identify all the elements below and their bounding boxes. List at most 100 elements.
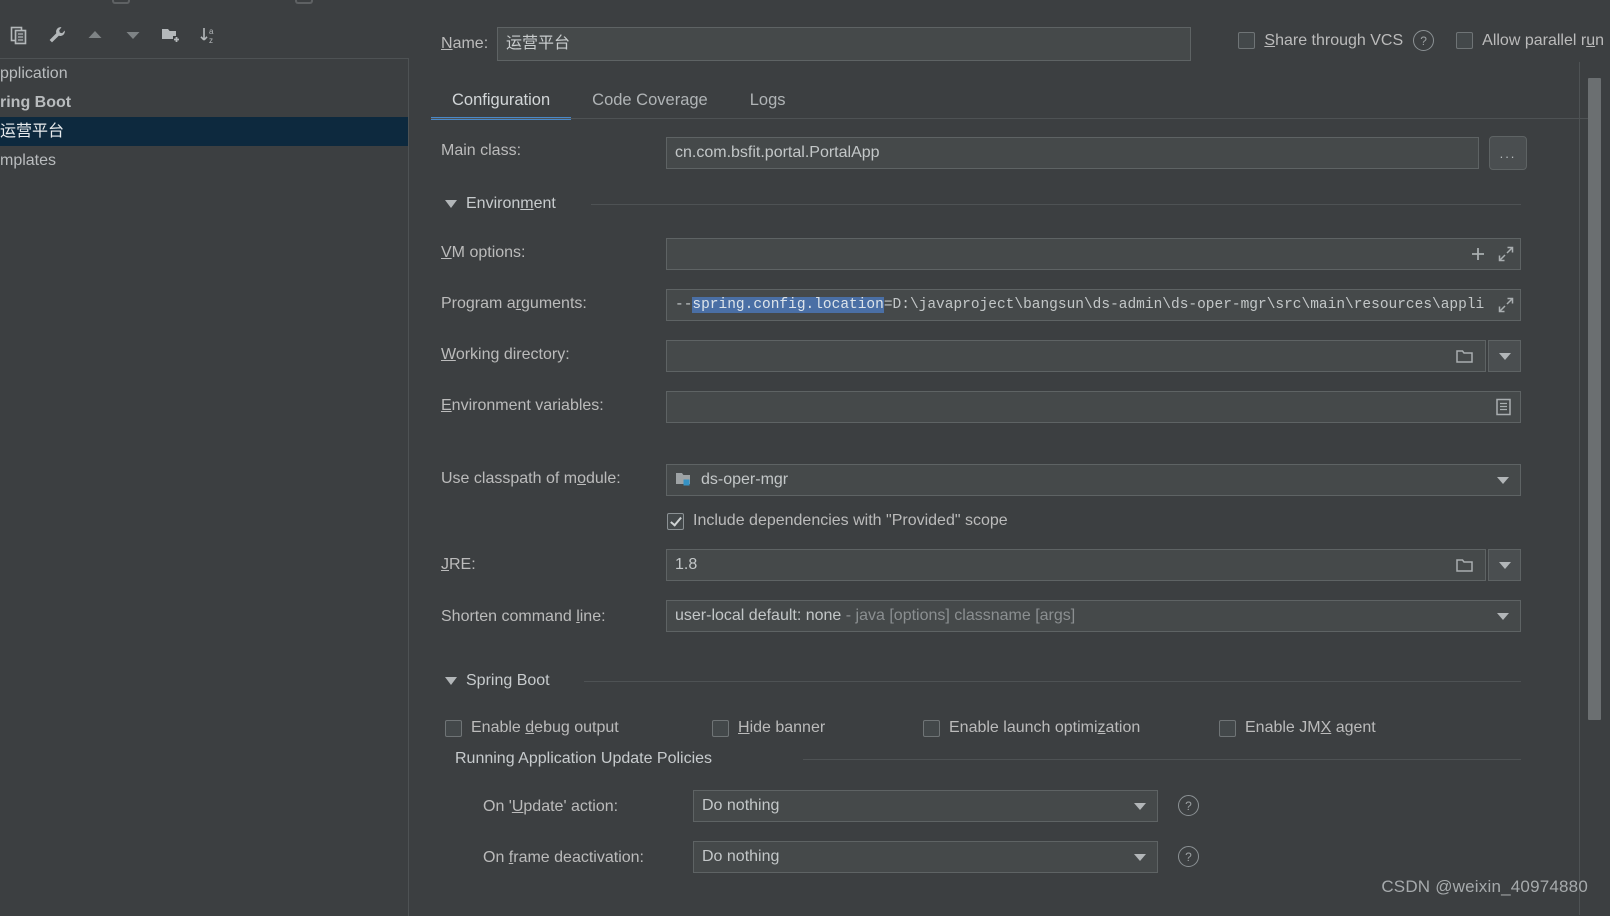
clipped-icon-2	[295, 0, 313, 4]
program-arguments-prefix: --	[675, 297, 693, 313]
on-update-action-dropdown-arrow[interactable]	[1123, 802, 1157, 810]
chevron-down-icon	[1134, 853, 1146, 861]
on-update-action-value: Do nothing	[702, 797, 780, 814]
vm-options-input[interactable]	[666, 238, 1521, 270]
enable-launch-optimization-row[interactable]: Enable launch optimization	[923, 719, 1140, 737]
include-provided-scope-label: Include dependencies with "Provided" sco…	[693, 512, 1008, 529]
environment-section-line	[591, 204, 1521, 205]
configurations-panel: a z pplication ring Boot 运营平台 mplates	[0, 0, 409, 916]
update-policies-title: Running Application Update Policies	[455, 750, 713, 767]
name-label: Name:	[441, 35, 489, 52]
hide-banner-checkbox[interactable]	[712, 719, 729, 737]
move-up-icon[interactable]	[78, 18, 112, 52]
program-arguments-suffix: =D:\javaproject\bangsun\ds-admin\ds-oper…	[883, 297, 1485, 313]
program-arguments-input[interactable]: --spring.config.location=D:\javaproject\…	[666, 289, 1521, 321]
enable-jmx-agent-row[interactable]: Enable JMX agent	[1219, 719, 1376, 737]
environment-variables-list-icon[interactable]	[1489, 393, 1517, 421]
editor-scrollbar-thumb[interactable]	[1588, 78, 1601, 720]
shorten-command-line-combo[interactable]: user-local default: none - java [options…	[666, 600, 1521, 632]
tab-configuration[interactable]: Configuration	[431, 80, 572, 120]
working-directory-input[interactable]	[666, 340, 1486, 372]
vm-options-label: VM options:	[441, 244, 526, 261]
chevron-down-icon	[1497, 476, 1509, 484]
spring-boot-section-title: Spring Boot	[466, 672, 550, 689]
enable-launch-optimization-label: Enable launch optimization	[949, 719, 1141, 736]
on-frame-deactivation-combo[interactable]: Do nothing	[693, 841, 1158, 873]
on-update-action-combo[interactable]: Do nothing	[693, 790, 1158, 822]
run-debug-configurations-dialog: a z pplication ring Boot 运营平台 mplates Na…	[0, 0, 1610, 916]
tree-item-yunying-pingtai[interactable]: 运营平台	[0, 117, 408, 146]
program-arguments-expand-editor-icon[interactable]	[1492, 291, 1520, 319]
include-provided-scope-checkbox[interactable]	[667, 512, 684, 530]
enable-jmx-agent-checkbox[interactable]	[1219, 719, 1236, 737]
share-through-vcs-checkbox[interactable]	[1238, 32, 1256, 49]
environment-variables-input[interactable]	[666, 391, 1521, 423]
environment-section-header[interactable]: Environment	[445, 195, 556, 213]
on-frame-deactivation-dropdown-arrow[interactable]	[1123, 853, 1157, 861]
on-update-action-help-icon[interactable]: ?	[1178, 795, 1199, 816]
copy-configuration-icon[interactable]	[2, 18, 36, 52]
jre-input[interactable]: 1.8	[666, 549, 1486, 581]
jre-label: JRE:	[441, 556, 476, 573]
editor-tabs: Configuration Code Coverage Logs	[431, 80, 807, 120]
configurations-tree[interactable]: pplication ring Boot 运营平台 mplates	[0, 58, 409, 916]
classpath-module-value: ds-oper-mgr	[701, 471, 789, 488]
environment-section-title: Environment	[466, 195, 556, 212]
configurations-toolbar: a z	[0, 18, 409, 58]
main-class-label: Main class:	[441, 142, 522, 159]
jre-dropdown-button[interactable]	[1488, 549, 1521, 581]
enable-debug-output-row[interactable]: Enable debug output	[445, 719, 619, 737]
enable-launch-optimization-checkbox[interactable]	[923, 719, 940, 737]
update-policies-section-line	[803, 759, 1521, 760]
hide-banner-row[interactable]: Hide banner	[712, 719, 825, 737]
on-frame-deactivation-help-icon[interactable]: ?	[1178, 846, 1199, 867]
configuration-editor-pane: Name: 运营平台 Share through VCS ? Allow par…	[409, 0, 1610, 915]
sort-alphabetically-icon[interactable]: a z	[192, 18, 226, 52]
main-class-browse-button[interactable]: ...	[1489, 136, 1527, 170]
on-update-action-label: On 'Update' action:	[483, 798, 619, 815]
tab-label: Code Coverage	[592, 91, 708, 109]
shorten-command-line-dropdown-arrow[interactable]	[1486, 612, 1520, 620]
allow-parallel-run-checkbox[interactable]	[1456, 32, 1474, 49]
working-directory-label: Working directory:	[441, 346, 570, 363]
chevron-down-icon	[1134, 802, 1146, 810]
svg-text:z: z	[209, 36, 213, 45]
vm-options-add-macro-icon[interactable]	[1464, 240, 1492, 268]
tree-item-label: pplication	[0, 65, 68, 82]
working-directory-dropdown-button[interactable]	[1488, 340, 1521, 372]
new-folder-icon[interactable]	[154, 18, 188, 52]
name-row: Name: 运营平台	[441, 26, 1191, 62]
share-through-vcs-label: Share through VCS	[1264, 31, 1404, 49]
move-down-icon[interactable]	[116, 18, 150, 52]
classpath-module-label: Use classpath of module:	[441, 470, 621, 487]
tab-logs[interactable]: Logs	[729, 80, 807, 120]
chevron-down-icon	[1498, 561, 1511, 569]
tabs-divider	[431, 118, 1588, 119]
tab-code-coverage[interactable]: Code Coverage	[571, 80, 729, 120]
vm-options-expand-editor-icon[interactable]	[1492, 240, 1520, 268]
edit-templates-wrench-icon[interactable]	[40, 18, 74, 52]
chevron-down-icon	[1497, 612, 1509, 620]
tree-item-templates[interactable]: mplates	[0, 146, 408, 175]
enable-jmx-agent-label: Enable JMX agent	[1245, 719, 1376, 736]
spring-boot-section-header[interactable]: Spring Boot	[445, 672, 550, 690]
environment-collapse-arrow-icon[interactable]	[445, 200, 457, 208]
classpath-module-dropdown-arrow[interactable]	[1486, 476, 1520, 484]
vcs-options-row: Share through VCS ? Allow parallel run	[1238, 30, 1604, 51]
main-class-input[interactable]: cn.com.bsfit.portal.PortalApp	[666, 137, 1479, 169]
hide-banner-label: Hide banner	[738, 719, 826, 736]
tree-item-application[interactable]: pplication	[0, 59, 408, 88]
csdn-watermark: CSDN @weixin_40974880	[1381, 877, 1588, 896]
spring-boot-section-line	[584, 681, 1521, 682]
name-input[interactable]: 运营平台	[497, 27, 1191, 61]
share-vcs-help-icon[interactable]: ?	[1413, 30, 1435, 51]
tree-item-label: 运营平台	[0, 123, 65, 140]
classpath-module-combo[interactable]: ds-oper-mgr	[666, 464, 1521, 496]
jre-folder-icon[interactable]	[1451, 551, 1479, 579]
working-directory-folder-icon[interactable]	[1451, 342, 1479, 370]
tree-item-spring-boot[interactable]: ring Boot	[0, 88, 408, 117]
spring-boot-collapse-arrow-icon[interactable]	[445, 677, 457, 685]
program-arguments-selected-text: spring.config.location	[692, 297, 884, 313]
enable-debug-output-checkbox[interactable]	[445, 719, 462, 737]
include-provided-scope-row[interactable]: Include dependencies with "Provided" sco…	[667, 512, 1008, 530]
